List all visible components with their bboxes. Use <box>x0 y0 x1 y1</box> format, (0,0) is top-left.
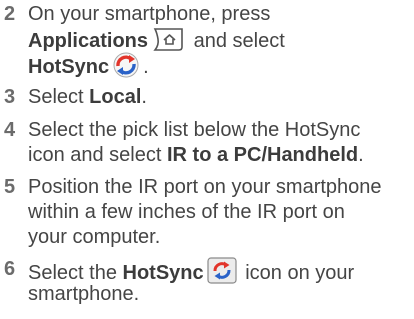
step-line-text: Position the IR port on your smartphone <box>28 176 382 198</box>
home-applications-icon <box>151 27 185 59</box>
step-line-text: Select the pick list below the HotSync <box>28 119 361 141</box>
ir-to-pc-term: IR to a PC/Handheld <box>166 144 359 166</box>
step-line: Select Local. <box>28 85 410 110</box>
step-line: Applications and select <box>28 27 410 52</box>
step-text: Select the pick list below the HotSync i… <box>28 118 410 168</box>
hotsync-term: HotSync <box>122 262 204 284</box>
step-number: 6 <box>4 258 16 280</box>
step-line-text: within a few inches of the IR port on <box>28 201 345 223</box>
hotsync-icon <box>112 52 140 85</box>
step-line-text: smartphone. <box>28 283 140 305</box>
step-line-text: Select the <box>28 262 123 284</box>
step-line: Select the HotSync icon on your <box>28 257 410 284</box>
local-term: Local <box>89 86 142 108</box>
step-line: On your smartphone, press <box>28 2 410 27</box>
hotsync-button-icon <box>207 257 237 291</box>
step-text: On your smartphone, press Applications a… <box>28 2 410 78</box>
step-line-text: and select <box>188 30 285 52</box>
step-line-text: Select <box>28 86 90 108</box>
applications-term: Applications <box>28 30 149 52</box>
step-number: 5 <box>4 176 16 198</box>
step-line-text: . <box>143 56 149 78</box>
step-line: icon and select IR to a PC/Handheld. <box>28 143 410 168</box>
step-number: 4 <box>4 119 16 141</box>
step-line-text: On your smartphone, press <box>28 3 271 25</box>
step-line-text: . <box>141 86 147 108</box>
step-text: Position the IR port on your smartphone … <box>28 175 410 250</box>
step-number: 3 <box>4 86 16 108</box>
step-line-text: icon on your <box>239 262 355 284</box>
step-text: Select Local. <box>28 85 410 110</box>
step-line-text: . <box>358 144 364 166</box>
step-line: Select the pick list below the HotSync <box>28 118 410 143</box>
step-line-text: icon and select <box>28 144 167 166</box>
step-line: your computer. <box>28 225 410 250</box>
step-text: Select the HotSync icon on your smartpho… <box>28 257 410 307</box>
step-line: HotSync . <box>28 52 410 78</box>
hotsync-term: HotSync <box>28 56 110 78</box>
step-number: 2 <box>4 3 16 25</box>
step-line-text: your computer. <box>28 226 161 248</box>
step-line: within a few inches of the IR port on <box>28 200 410 225</box>
step-line: Position the IR port on your smartphone <box>28 175 410 200</box>
